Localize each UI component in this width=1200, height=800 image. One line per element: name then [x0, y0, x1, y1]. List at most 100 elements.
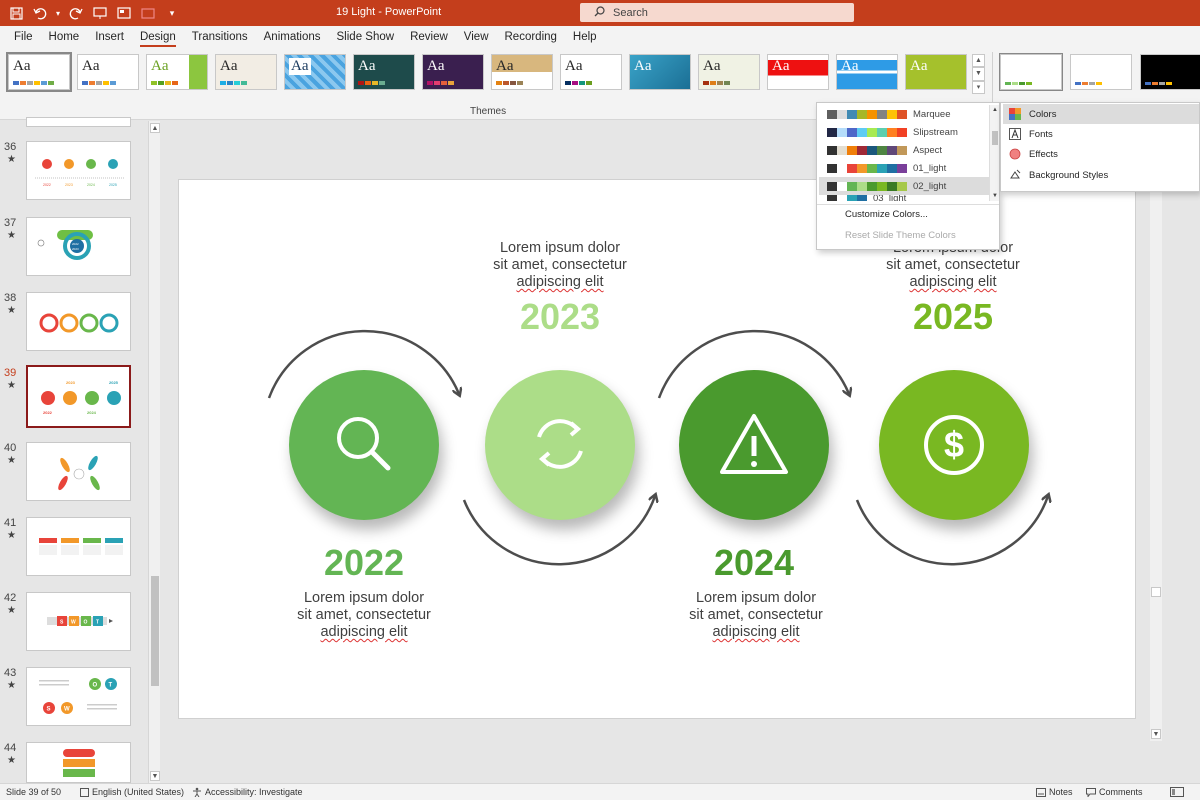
scrollbar-thumb[interactable]: [992, 131, 998, 145]
menu-item-background-styles[interactable]: Background Styles: [1003, 165, 1199, 185]
scroll-down-icon[interactable]: ▼: [1151, 729, 1161, 739]
tab-transitions[interactable]: Transitions: [184, 26, 256, 48]
tab-file[interactable]: File: [6, 26, 41, 48]
slide-layout-icon[interactable]: [114, 3, 134, 23]
gallery-down-icon[interactable]: ▼: [972, 67, 985, 81]
circle-2024[interactable]: [679, 370, 829, 520]
animation-star-icon: ★: [7, 230, 16, 241]
gallery-more-icon[interactable]: ▾: [972, 80, 985, 94]
tab-insert[interactable]: Insert: [87, 26, 132, 48]
tab-animations[interactable]: Animations: [256, 26, 329, 48]
thumb-row-38: 38 ★: [0, 292, 148, 354]
menu-item-colors[interactable]: Colors: [1003, 104, 1199, 124]
thumb43-letter-w: W: [64, 707, 70, 713]
shape-fill-icon[interactable]: [138, 3, 158, 23]
save-icon[interactable]: [6, 3, 26, 23]
circle-2025[interactable]: $: [879, 370, 1029, 520]
theme-thumb-badge[interactable]: Aa: [767, 54, 829, 90]
color-scheme-03-light[interactable]: 03_light: [819, 195, 989, 201]
scroll-up-icon[interactable]: ▲: [990, 105, 1000, 115]
scrollbar-thumb[interactable]: [151, 576, 159, 686]
theme-thumb-slice[interactable]: Aa: [560, 54, 622, 90]
customize-qat-icon[interactable]: ▾: [162, 3, 182, 23]
customize-colors-item[interactable]: Customize Colors...: [845, 209, 928, 220]
slide-thumbnail-35[interactable]: [26, 117, 131, 127]
theme-thumb-retrospect[interactable]: Aa: [491, 54, 553, 90]
current-slide[interactable]: Lorem ipsum dolor sit amet, consectetur …: [178, 179, 1136, 719]
theme-thumb-current[interactable]: Aa: [6, 52, 72, 92]
theme-thumb-dividend[interactable]: Aa: [836, 54, 898, 90]
editor-scroll-thumb[interactable]: [1151, 587, 1161, 597]
reset-theme-colors-item[interactable]: Reset Slide Theme Colors: [845, 230, 956, 241]
slide-thumbnail-43[interactable]: O T S W: [26, 667, 131, 726]
circle-2023[interactable]: [485, 370, 635, 520]
quick-access-toolbar: ▾ ▾: [6, 3, 182, 23]
editor-scrollbar[interactable]: ▼: [1150, 121, 1162, 741]
undo-dropdown-icon[interactable]: ▾: [54, 3, 62, 23]
tab-help[interactable]: Help: [565, 26, 605, 48]
language-indicator[interactable]: English (United States): [80, 787, 184, 797]
variant-3[interactable]: [1140, 54, 1200, 90]
variant-1[interactable]: [999, 53, 1063, 91]
theme-thumb-integral[interactable]: Aa: [215, 54, 277, 90]
color-scheme-02-light[interactable]: 02_light: [819, 177, 989, 195]
slide-thumbnail-39[interactable]: 2023 2025 2022 2024: [26, 365, 131, 428]
tab-review[interactable]: Review: [402, 26, 456, 48]
slide-thumbnail-44[interactable]: [26, 742, 131, 783]
slide-number-active: 39: [4, 367, 17, 379]
slide-number: 36: [4, 141, 17, 153]
thumb42-letter-o: O: [84, 620, 88, 626]
slide-thumbnail-40[interactable]: [26, 442, 131, 501]
colors-dropdown: Marquee Slipstream Aspect 01_light 02_li…: [816, 102, 1000, 250]
accessibility-checker[interactable]: Accessibility: Investigate: [192, 787, 303, 797]
tab-design[interactable]: Design: [132, 26, 184, 48]
theme-thumb-circuit[interactable]: Aa: [698, 54, 760, 90]
slide-thumbnail-38[interactable]: [26, 292, 131, 351]
slide-thumbnail-36[interactable]: 2022 2023 2024 2025: [26, 141, 131, 200]
theme-thumb-facet[interactable]: Aa: [146, 54, 208, 90]
notes-button[interactable]: Notes: [1036, 787, 1073, 797]
menu-item-effects[interactable]: Effects: [1003, 144, 1199, 164]
redo-icon[interactable]: [66, 3, 86, 23]
effects-icon: [1009, 148, 1021, 160]
slide-thumbnail-41[interactable]: [26, 517, 131, 576]
year-2022: 2022: [323, 542, 405, 583]
scroll-down-icon[interactable]: ▼: [150, 771, 160, 781]
tab-view[interactable]: View: [456, 26, 497, 48]
comments-button[interactable]: Comments: [1086, 787, 1143, 797]
color-scheme-01-light[interactable]: 01_light: [819, 159, 989, 177]
gallery-up-icon[interactable]: ▲: [972, 54, 985, 68]
thumbnails-scrollbar[interactable]: ▲ ▼: [148, 121, 160, 783]
thumb-row-36: 36 ★ 2022 2023 2024 2025: [0, 141, 148, 203]
variant-2[interactable]: [1070, 54, 1132, 90]
theme-thumb-green[interactable]: Aa: [905, 54, 967, 90]
slide-editor: Lorem ipsum dolor sit amet, consectetur …: [162, 121, 1162, 783]
circle-2022[interactable]: [289, 370, 439, 520]
menu-item-fonts[interactable]: Fonts: [1003, 124, 1199, 144]
tab-recording[interactable]: Recording: [497, 26, 565, 48]
theme-thumb-wisp[interactable]: Aa: [629, 54, 691, 90]
theme-thumb-ion[interactable]: Aa: [284, 54, 346, 90]
theme-thumb-organic[interactable]: Aa: [422, 54, 484, 90]
document-title: 19 Light - PowerPoint: [336, 6, 442, 18]
present-icon[interactable]: [90, 3, 110, 23]
search-input[interactable]: Search: [580, 3, 854, 22]
lorem-line: sit amet, consectetur: [689, 607, 823, 623]
normal-view-button[interactable]: [1170, 787, 1184, 797]
theme-thumb-ion-boardroom[interactable]: Aa: [353, 54, 415, 90]
undo-icon[interactable]: [30, 3, 50, 23]
color-scheme-marquee[interactable]: Marquee: [819, 105, 989, 123]
slide-thumbnail-37[interactable]: 2022 2023: [26, 217, 131, 276]
slide-number: 43: [4, 667, 17, 679]
slide-thumbnail-42[interactable]: S W O T: [26, 592, 131, 651]
scroll-down-icon[interactable]: ▼: [990, 191, 1000, 201]
tab-home[interactable]: Home: [41, 26, 88, 48]
scroll-up-icon[interactable]: ▲: [150, 123, 160, 133]
thumb36-year-2022: 2022: [43, 183, 51, 187]
color-scheme-slipstream[interactable]: Slipstream: [819, 123, 989, 141]
animation-star-icon: ★: [7, 530, 16, 541]
tab-slide-show[interactable]: Slide Show: [329, 26, 403, 48]
colors-dropdown-scrollbar[interactable]: ▲ ▼: [989, 105, 999, 201]
theme-thumb-office[interactable]: Aa: [77, 54, 139, 90]
color-scheme-aspect[interactable]: Aspect: [819, 141, 989, 159]
